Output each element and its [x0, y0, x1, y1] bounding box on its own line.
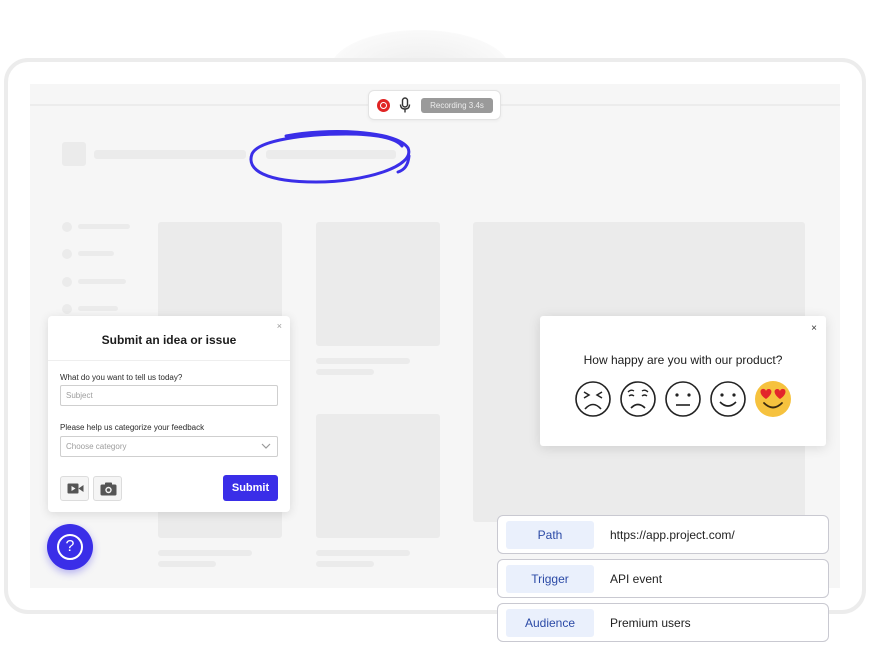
category-select[interactable]: Choose category: [60, 436, 278, 457]
form-close-button[interactable]: ×: [277, 321, 282, 331]
content-line-placeholder: [316, 358, 410, 364]
very-unhappy-face-icon[interactable]: [574, 380, 612, 418]
recording-toolbar: Recording 3.4s: [368, 90, 501, 120]
help-launcher-button[interactable]: ?: [47, 524, 93, 570]
content-card-placeholder: [316, 222, 440, 346]
sidebar-dot-placeholder: [62, 222, 72, 232]
header-logo-placeholder: [62, 142, 86, 166]
product-illustration: Recording 3.4s × Submit an idea or issue…: [0, 0, 869, 658]
content-line-placeholder: [158, 561, 216, 567]
rating-options: [574, 380, 794, 418]
heart-eyes-face-icon[interactable]: [754, 380, 792, 418]
rule-value: https://app.project.com/: [610, 528, 735, 542]
sidebar-dot-placeholder: [62, 277, 72, 287]
screenshot-button[interactable]: [93, 476, 122, 501]
rule-value: Premium users: [610, 616, 691, 630]
content-line-placeholder: [316, 369, 374, 375]
question-mark-icon: ?: [57, 534, 83, 560]
content-line-placeholder: [316, 561, 374, 567]
satisfaction-survey: × How happy are you with our product?: [540, 316, 826, 446]
header-title-placeholder: [94, 150, 246, 159]
content-card-placeholder: [316, 414, 440, 538]
sidebar-dot-placeholder: [62, 249, 72, 259]
microphone-icon[interactable]: [399, 97, 411, 114]
survey-question: How happy are you with our product?: [583, 353, 783, 367]
recording-timer: Recording 3.4s: [421, 98, 493, 113]
content-line-placeholder: [316, 550, 410, 556]
video-camera-icon: [67, 483, 84, 494]
rule-key: Trigger: [506, 565, 594, 593]
record-icon[interactable]: [377, 99, 390, 112]
sidebar-line-placeholder: [78, 279, 126, 284]
submit-button[interactable]: Submit: [223, 475, 278, 501]
happy-face-icon[interactable]: [709, 380, 747, 418]
sidebar-dot-placeholder: [62, 304, 72, 314]
rule-key: Audience: [506, 609, 594, 637]
record-video-button[interactable]: [60, 476, 89, 501]
subject-input[interactable]: Subject: [60, 385, 278, 406]
survey-close-button[interactable]: ×: [811, 323, 817, 334]
sidebar-line-placeholder: [78, 306, 118, 311]
targeting-rule-trigger[interactable]: Trigger API event: [497, 559, 829, 598]
unhappy-face-icon[interactable]: [619, 380, 657, 418]
content-line-placeholder: [158, 550, 252, 556]
sidebar-line-placeholder: [78, 224, 130, 229]
rule-value: API event: [610, 572, 663, 586]
category-label: Please help us categorize your feedback: [60, 423, 205, 432]
chevron-down-icon: [261, 443, 271, 449]
sidebar-line-placeholder: [78, 251, 114, 256]
rule-key: Path: [506, 521, 594, 549]
targeting-rule-path[interactable]: Path https://app.project.com/: [497, 515, 829, 554]
question-label: What do you want to tell us today?: [60, 373, 183, 382]
neutral-face-icon[interactable]: [664, 380, 702, 418]
targeting-rule-audience[interactable]: Audience Premium users: [497, 603, 829, 642]
camera-icon: [100, 482, 117, 496]
form-divider: [48, 360, 290, 361]
form-title: Submit an idea or issue: [101, 333, 237, 347]
category-select-value: Choose category: [66, 442, 127, 451]
feedback-form: × Submit an idea or issue What do you wa…: [48, 316, 290, 512]
annotation-scribble: [249, 130, 411, 184]
